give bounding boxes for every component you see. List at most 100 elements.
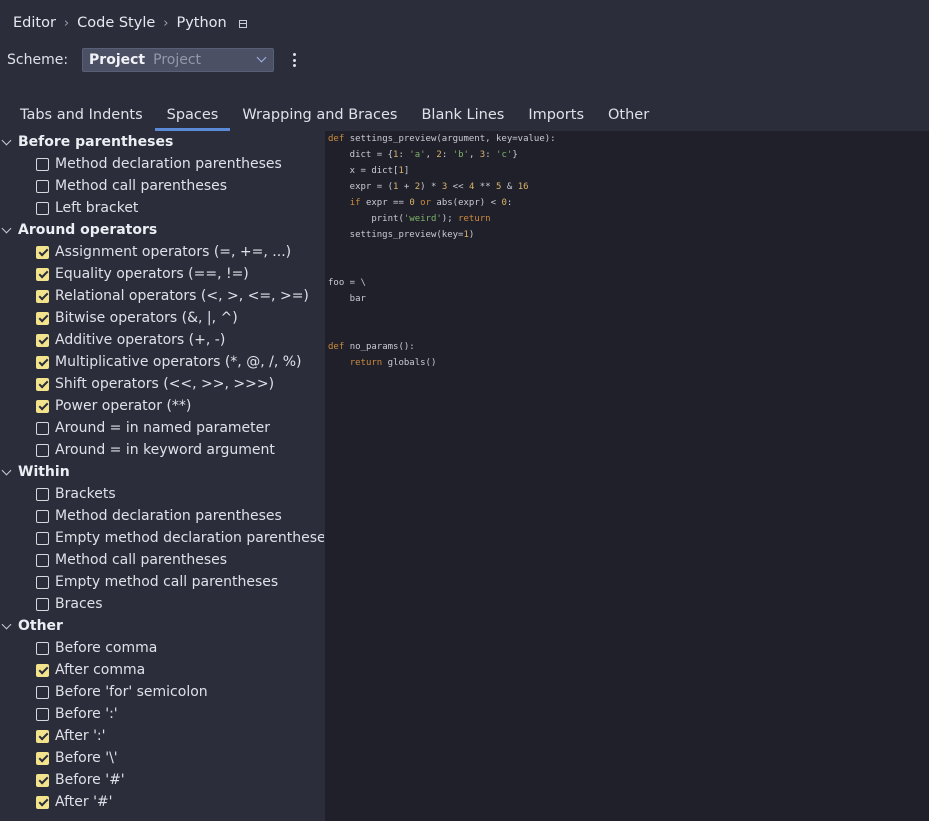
option-label[interactable]: Method call parentheses	[55, 552, 227, 568]
code-line: if expr == 0 or abs(expr) < 0:	[349, 198, 513, 208]
code-line: def settings_preview(argument, key=value…	[328, 134, 556, 144]
group-header[interactable]: Within	[0, 461, 324, 483]
option-label[interactable]: Shift operators (<<, >>, >>>)	[55, 376, 274, 392]
option-label[interactable]: Empty method declaration parentheses	[55, 530, 324, 546]
option-label[interactable]: Brackets	[55, 486, 116, 502]
checkbox[interactable]	[36, 487, 49, 501]
checkbox[interactable]	[36, 597, 49, 611]
checkbox[interactable]	[36, 289, 49, 303]
option-label[interactable]: Bitwise operators (&, |, ^)	[55, 310, 238, 326]
group-label: Around operators	[18, 222, 158, 238]
checkbox[interactable]	[36, 179, 49, 193]
tab-wrapping-and-braces[interactable]: Wrapping and Braces	[230, 100, 409, 131]
checkbox[interactable]	[36, 685, 49, 699]
option-row: After ':'	[0, 725, 324, 747]
checkbox[interactable]	[36, 443, 49, 457]
option-label[interactable]: Power operator (**)	[55, 398, 191, 414]
option-label[interactable]: Multiplicative operators (*, @, /, %)	[55, 354, 302, 370]
checkbox[interactable]	[36, 707, 49, 721]
option-row: Before ':'	[0, 703, 324, 725]
chevron-down-icon[interactable]	[0, 223, 18, 233]
checkbox[interactable]	[36, 553, 49, 567]
chevron-down-icon[interactable]	[0, 619, 18, 629]
checkbox[interactable]	[36, 201, 49, 215]
option-row: Braces	[0, 593, 324, 615]
pin-icon[interactable]	[238, 20, 247, 28]
option-label[interactable]: Braces	[55, 596, 103, 612]
more-options-icon[interactable]	[292, 53, 296, 67]
option-label[interactable]: Additive operators (+, -)	[55, 332, 225, 348]
option-row: Assignment operators (=, +=, ...)	[0, 241, 324, 263]
tab-other[interactable]: Other	[596, 100, 661, 131]
tab-bar: Tabs and Indents Spaces Wrapping and Brace…	[8, 100, 661, 131]
scheme-selected-value: Project	[89, 52, 146, 68]
option-label[interactable]: After comma	[55, 662, 145, 678]
option-label[interactable]: Before comma	[55, 640, 157, 656]
checkbox[interactable]	[36, 157, 49, 171]
scheme-selected-type: Project	[153, 52, 202, 68]
option-label[interactable]: After '#'	[55, 794, 113, 810]
option-label[interactable]: Equality operators (==, !=)	[55, 266, 249, 282]
code-line: dict = {1: 'a', 2: 'b', 3: 'c'}	[328, 150, 518, 160]
option-row: Bitwise operators (&, |, ^)	[0, 307, 324, 329]
scheme-label: Scheme:	[7, 52, 69, 68]
checkbox[interactable]	[36, 773, 49, 787]
group-label: Before parentheses	[18, 134, 174, 150]
checkbox[interactable]	[36, 355, 49, 369]
code-line: bar	[328, 294, 366, 304]
tab-tabs-and-indents[interactable]: Tabs and Indents	[8, 100, 155, 131]
chevron-down-icon[interactable]	[0, 465, 18, 475]
chevron-down-icon[interactable]	[0, 135, 18, 145]
option-label[interactable]: Around = in named parameter	[55, 420, 270, 436]
breadcrumb-code-style[interactable]: Code Style	[77, 15, 155, 31]
group-header[interactable]: Around operators	[0, 219, 324, 241]
option-label[interactable]: Left bracket	[55, 200, 138, 216]
checkbox[interactable]	[36, 421, 49, 435]
chevron-down-icon	[256, 52, 267, 63]
checkbox[interactable]	[36, 751, 49, 765]
group-header[interactable]: Before parentheses	[0, 131, 324, 153]
option-label[interactable]: Relational operators (<, >, <=, >=)	[55, 288, 309, 304]
option-label[interactable]: Before 'for' semicolon	[55, 684, 208, 700]
checkbox[interactable]	[36, 575, 49, 589]
code-line: def no_params():	[328, 342, 415, 352]
checkbox[interactable]	[36, 729, 49, 743]
scheme-dropdown[interactable]: Project Project	[82, 48, 275, 72]
checkbox[interactable]	[36, 333, 49, 347]
option-label[interactable]: Method call parentheses	[55, 178, 227, 194]
tab-blank-lines[interactable]: Blank Lines	[409, 100, 516, 131]
option-row: Left bracket	[0, 197, 324, 219]
option-row: Equality operators (==, !=)	[0, 263, 324, 285]
checkbox[interactable]	[36, 399, 49, 413]
option-label[interactable]: Before '#'	[55, 772, 125, 788]
checkbox[interactable]	[36, 377, 49, 391]
group-header[interactable]: Other	[0, 615, 324, 637]
option-label[interactable]: Empty method call parentheses	[55, 574, 278, 590]
option-row: After '#'	[0, 791, 324, 813]
option-label[interactable]: Around = in keyword argument	[55, 442, 275, 458]
option-row: Power operator (**)	[0, 395, 324, 417]
option-row: Method call parentheses	[0, 549, 324, 571]
option-label[interactable]: Method declaration parentheses	[55, 508, 282, 524]
breadcrumb-editor[interactable]: Editor	[13, 15, 56, 31]
checkbox[interactable]	[36, 641, 49, 655]
scheme-row: Scheme: Project Project	[7, 48, 275, 72]
checkbox[interactable]	[36, 795, 49, 809]
tab-spaces[interactable]: Spaces	[154, 100, 231, 131]
breadcrumb-separator: ›	[63, 15, 70, 31]
option-label[interactable]: After ':'	[55, 728, 105, 744]
option-label[interactable]: Method declaration parentheses	[55, 156, 282, 172]
option-label[interactable]: Before '\'	[55, 750, 118, 766]
option-label[interactable]: Assignment operators (=, +=, ...)	[55, 244, 291, 260]
checkbox[interactable]	[36, 663, 49, 677]
checkbox[interactable]	[36, 245, 49, 259]
option-row: Before '\'	[0, 747, 324, 769]
checkbox[interactable]	[36, 267, 49, 281]
checkbox[interactable]	[36, 531, 49, 545]
checkbox[interactable]	[36, 311, 49, 325]
tab-imports[interactable]: Imports	[516, 100, 596, 131]
option-row: Before '#'	[0, 769, 324, 791]
option-label[interactable]: Before ':'	[55, 706, 118, 722]
checkbox[interactable]	[36, 509, 49, 523]
option-row: Method declaration parentheses	[0, 153, 324, 175]
